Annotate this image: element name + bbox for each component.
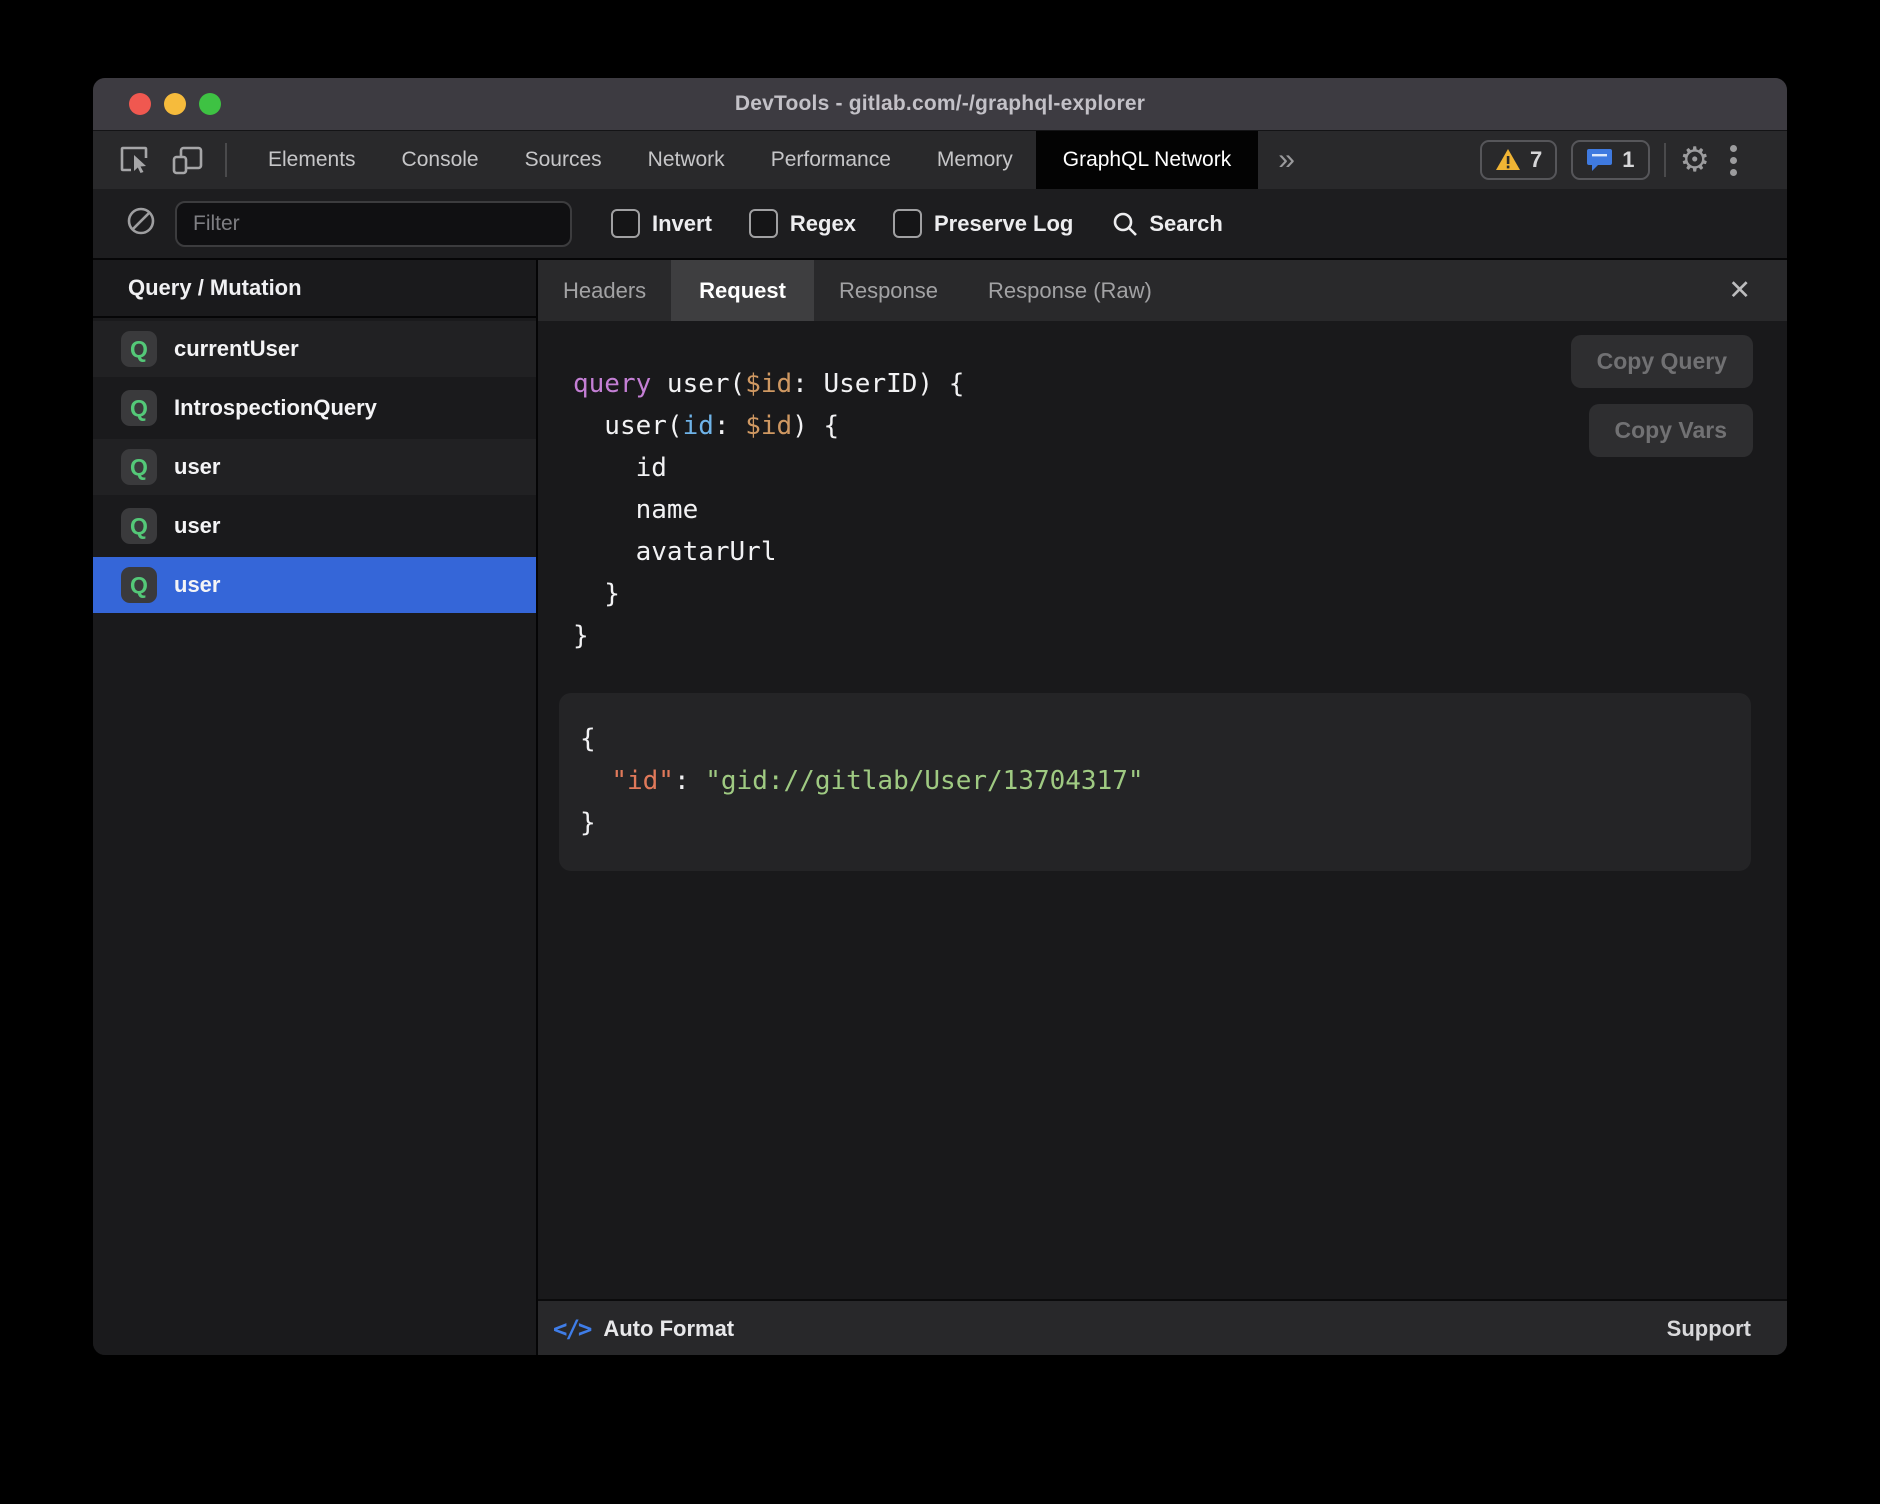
detail-tab-response[interactable]: Response bbox=[814, 260, 963, 321]
request-detail-panel: HeadersRequestResponseResponse (Raw) ✕ C… bbox=[538, 260, 1787, 1355]
checkbox-label: Invert bbox=[652, 211, 712, 237]
request-row-IntrospectionQuery[interactable]: Q IntrospectionQuery bbox=[93, 380, 536, 436]
toolbar-right: 7 1 ⚙ bbox=[1480, 131, 1787, 189]
close-detail-icon[interactable]: ✕ bbox=[1728, 260, 1751, 321]
copy-buttons: Copy Query Copy Vars bbox=[1571, 335, 1753, 457]
panel-tab-network[interactable]: Network bbox=[625, 131, 748, 189]
checkbox-preserve-log[interactable]: Preserve Log bbox=[893, 209, 1073, 238]
titlebar: DevTools - gitlab.com/-/graphql-explorer bbox=[93, 78, 1787, 131]
variables-card: { "id": "gid://gitlab/User/13704317" } bbox=[559, 693, 1751, 871]
toolbar-divider bbox=[225, 143, 227, 177]
detail-tab-response-raw-[interactable]: Response (Raw) bbox=[963, 260, 1177, 321]
detail-footer: </> Auto Format Support bbox=[538, 1299, 1787, 1355]
toolbar-divider bbox=[1664, 143, 1666, 177]
query-type-badge: Q bbox=[121, 449, 157, 485]
copy-query-button[interactable]: Copy Query bbox=[1571, 335, 1753, 388]
support-link[interactable]: Support bbox=[1667, 1316, 1751, 1342]
auto-format-control[interactable]: </> Auto Format bbox=[553, 1315, 734, 1343]
detail-tab-bar: HeadersRequestResponseResponse (Raw) ✕ bbox=[538, 260, 1787, 321]
warning-count: 7 bbox=[1530, 147, 1542, 173]
devtools-window: DevTools - gitlab.com/-/graphql-explorer… bbox=[93, 78, 1787, 1355]
main-area: Query / Mutation QcurrentUserQIntrospect… bbox=[93, 260, 1787, 1355]
checkbox-label: Preserve Log bbox=[934, 211, 1073, 237]
query-type-badge: Q bbox=[121, 508, 157, 544]
request-label: currentUser bbox=[174, 336, 299, 362]
more-panels-button[interactable]: » bbox=[1258, 131, 1315, 189]
request-label: user bbox=[174, 572, 220, 598]
checkbox-box bbox=[749, 209, 778, 238]
toolbar-left-icons bbox=[93, 131, 245, 189]
inspect-element-icon[interactable] bbox=[119, 145, 149, 175]
request-label: user bbox=[174, 513, 220, 539]
checkbox-box bbox=[611, 209, 640, 238]
request-row-user[interactable]: Quser bbox=[93, 557, 536, 613]
devtools-toolbar: ElementsConsoleSourcesNetworkPerformance… bbox=[93, 131, 1787, 189]
query-list-header: Query / Mutation bbox=[93, 260, 536, 318]
issues-warning-badge[interactable]: 7 bbox=[1480, 140, 1557, 180]
filter-bar: Invert Regex Preserve Log Search bbox=[93, 189, 1787, 260]
checkbox-label: Regex bbox=[790, 211, 856, 237]
filter-checkboxes: Invert Regex Preserve Log bbox=[611, 209, 1073, 238]
search-icon bbox=[1112, 211, 1138, 237]
panel-tab-performance[interactable]: Performance bbox=[748, 131, 914, 189]
panel-tab-elements[interactable]: Elements bbox=[245, 131, 379, 189]
request-row-user[interactable]: Quser bbox=[93, 439, 536, 495]
settings-gear-icon[interactable]: ⚙ bbox=[1680, 143, 1710, 177]
query-type-badge: Q bbox=[121, 567, 157, 603]
query-type-badge: Q bbox=[121, 331, 157, 367]
graphql-variables-code: { "id": "gid://gitlab/User/13704317" } bbox=[580, 718, 1731, 844]
kebab-menu-icon[interactable] bbox=[1724, 145, 1743, 176]
request-label: user bbox=[174, 454, 220, 480]
request-list: QcurrentUserQIntrospectionQueryQuserQuse… bbox=[93, 318, 536, 613]
search-label: Search bbox=[1149, 211, 1222, 237]
desktop: { "window": { "title": "DevTools - gitla… bbox=[0, 0, 1880, 1504]
panel-tab-sources[interactable]: Sources bbox=[502, 131, 625, 189]
search-control[interactable]: Search bbox=[1112, 211, 1222, 237]
panel-tab-console[interactable]: Console bbox=[379, 131, 502, 189]
panel-tab-graphql-network[interactable]: GraphQL Network bbox=[1036, 131, 1258, 189]
request-row-user[interactable]: Quser bbox=[93, 498, 536, 554]
message-count: 1 bbox=[1622, 147, 1634, 173]
message-bubble-icon bbox=[1586, 147, 1613, 173]
request-row-currentUser[interactable]: QcurrentUser bbox=[93, 321, 536, 377]
copy-vars-button[interactable]: Copy Vars bbox=[1589, 404, 1754, 457]
checkbox-invert[interactable]: Invert bbox=[611, 209, 712, 238]
device-toolbar-icon[interactable] bbox=[171, 144, 203, 176]
query-list-panel: Query / Mutation QcurrentUserQIntrospect… bbox=[93, 260, 538, 1355]
code-brackets-icon: </> bbox=[553, 1315, 590, 1343]
auto-format-label: Auto Format bbox=[603, 1316, 734, 1342]
messages-badge[interactable]: 1 bbox=[1571, 140, 1649, 180]
request-tab-content: Copy Query Copy Vars query user($id: Use… bbox=[538, 321, 1787, 1299]
query-type-badge: Q bbox=[121, 390, 157, 426]
panel-tab-memory[interactable]: Memory bbox=[914, 131, 1036, 189]
warning-icon bbox=[1495, 148, 1521, 172]
clear-filter-icon[interactable] bbox=[126, 206, 156, 241]
filter-input[interactable] bbox=[175, 201, 572, 247]
detail-tab-headers[interactable]: Headers bbox=[538, 260, 671, 321]
panel-tabs: ElementsConsoleSourcesNetworkPerformance… bbox=[245, 131, 1258, 189]
checkbox-box bbox=[893, 209, 922, 238]
window-title: DevTools - gitlab.com/-/graphql-explorer bbox=[93, 92, 1787, 116]
checkbox-regex[interactable]: Regex bbox=[749, 209, 856, 238]
request-label: IntrospectionQuery bbox=[174, 395, 377, 421]
detail-tab-request[interactable]: Request bbox=[671, 260, 814, 321]
